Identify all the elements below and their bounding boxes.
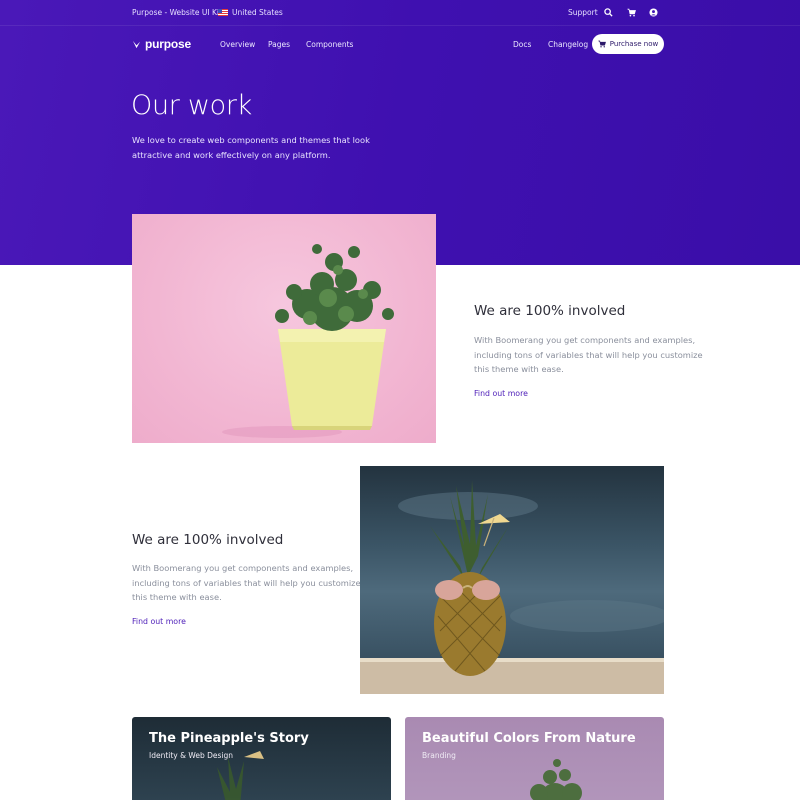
cart-icon[interactable]	[627, 8, 636, 17]
nav-pages[interactable]: Pages	[268, 40, 290, 49]
purchase-label: Purchase now	[609, 40, 659, 48]
logo-mark-icon	[132, 40, 141, 48]
page-title: Our work	[131, 90, 252, 121]
nav-docs[interactable]: Docs	[513, 40, 531, 49]
plant-image	[132, 214, 436, 443]
logo-text: purpose	[145, 37, 191, 51]
flag-us-icon[interactable]	[218, 9, 228, 16]
cart-icon	[598, 40, 606, 48]
support-link[interactable]: Support	[568, 8, 598, 17]
feature-2-link[interactable]: Find out more	[132, 617, 186, 626]
feature-1-link[interactable]: Find out more	[474, 389, 528, 398]
feature-1-title: We are 100% involved	[474, 303, 626, 319]
card-2-subtitle: Branding	[422, 751, 456, 760]
feature-2-text: With Boomerang you get components and ex…	[132, 563, 361, 603]
nav-overview[interactable]: Overview	[220, 40, 255, 49]
feature-2-title: We are 100% involved	[132, 532, 284, 548]
main-navbar: purpose Overview Pages Components Docs C…	[0, 26, 800, 62]
pineapple-illustration	[360, 480, 664, 694]
project-card-colors[interactable]: Beautiful Colors From Nature Branding	[405, 717, 664, 800]
card-2-title: Beautiful Colors From Nature	[422, 731, 636, 746]
plant-illustration	[222, 244, 394, 438]
country-selector[interactable]: United States	[232, 8, 283, 17]
search-icon[interactable]	[604, 8, 613, 17]
feature-1-text: With Boomerang you get components and ex…	[474, 335, 703, 375]
card-1-title: The Pineapple's Story	[149, 731, 309, 746]
nav-changelog[interactable]: Changelog	[548, 40, 588, 49]
nav-components[interactable]: Components	[306, 40, 353, 49]
project-card-pineapple[interactable]: The Pineapple's Story Identity & Web Des…	[132, 717, 391, 800]
purchase-button[interactable]: Purchase now	[592, 34, 664, 54]
hero-subtitle: We love to create web components and the…	[132, 135, 370, 160]
brand-logo[interactable]: purpose	[132, 37, 191, 51]
top-bar: Purpose - Website UI Kit United States S…	[0, 0, 800, 26]
kit-label[interactable]: Purpose - Website UI Kit	[132, 8, 222, 17]
pineapple-image	[360, 466, 664, 694]
user-icon[interactable]	[649, 8, 658, 17]
card-1-subtitle: Identity & Web Design	[149, 751, 233, 760]
